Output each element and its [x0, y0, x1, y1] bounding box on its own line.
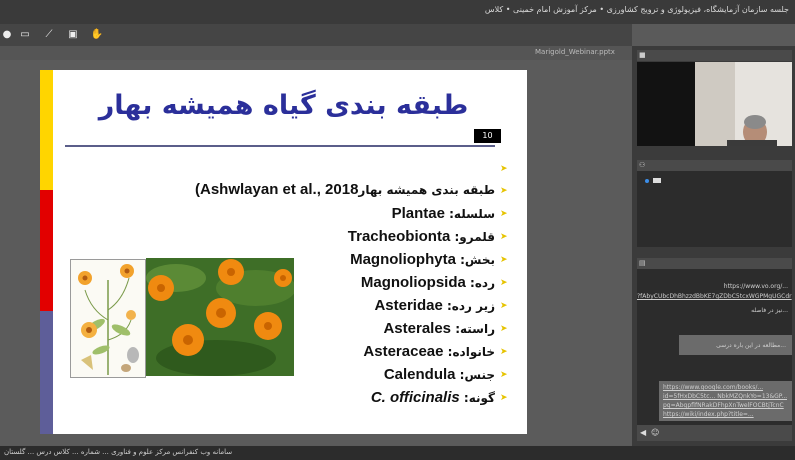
taxonomy-species: گونه: C. officinalis [371, 389, 495, 406]
bullet-icon: ➤ [500, 164, 508, 174]
user-entry[interactable] [653, 178, 661, 183]
window-title: جلسه سازمان آزمایشگاه، فیزیولوژی و ترویج… [484, 5, 789, 14]
presenter-video [637, 62, 792, 146]
chat-message: https://www.vo.org/... [723, 283, 788, 290]
taxonomy-value: Asteridae [374, 297, 443, 314]
bullet-icon: ➤ [500, 393, 508, 403]
bullet-icon: ➤ [500, 347, 508, 357]
user-status-icon [645, 179, 649, 183]
taxonomy-label: جنس: [455, 368, 495, 382]
taxonomy-value: Tracheobionta [347, 228, 451, 245]
chat-message: نیز در فاصله... [751, 307, 788, 314]
slide-bar-red [40, 190, 53, 311]
chat-panel-header: ▤ [637, 258, 792, 269]
bullet-icon: ➤ [500, 278, 508, 288]
window-titlebar: جلسه سازمان آزمایشگاه، فیزیولوژی و ترویج… [0, 0, 795, 24]
title-rule [65, 145, 495, 147]
hand-icon[interactable]: ✋ [90, 28, 104, 42]
taxonomy-division: بخش: Magnoliophyta [350, 251, 495, 268]
taxonomy-class: رده: Magnoliopsida [361, 274, 495, 291]
bullet-icon: ➤ [500, 209, 508, 219]
document-name: Marigold_Webinar.pptx [535, 48, 615, 56]
taxonomy-value: Calendula [383, 366, 456, 383]
taxonomy-family: خانواده: Asteraceae [363, 343, 495, 360]
bullet-icon: ➤ [500, 370, 508, 380]
pen-icon[interactable]: ⟋ [42, 28, 56, 42]
taxonomy-value: (Ashwlayan et al., 2018 [195, 181, 359, 198]
bullet-icon: ➤ [500, 186, 508, 196]
taxonomy-subclass: زیر رده: Asteridae [374, 297, 495, 314]
slide: طبقه بندی گیاه همیشه بهار 10 ➤ ➤ ➤ ➤ ➤ ➤… [40, 70, 527, 434]
video-panel-header: ■ [637, 50, 792, 61]
users-icon[interactable]: ⚇ [639, 161, 647, 169]
rectangle-icon[interactable]: ▭ [18, 28, 32, 42]
taxonomy-label: خانواده: [443, 345, 495, 359]
presentation-toolbar: ● ▭ ⟋ ▣ ✋ [0, 24, 632, 46]
taxonomy-label: قلمرو: [450, 230, 495, 244]
taxonomy-value: Magnoliophyta [350, 251, 456, 268]
camera-icon[interactable]: ■ [639, 51, 647, 59]
chat-link[interactable]: https://www.google.com/books/... [663, 384, 763, 391]
calendula-photo-image [146, 258, 294, 376]
document-strip: Marigold_Webinar.pptx [0, 46, 632, 60]
pointer-icon[interactable]: ● [0, 28, 14, 42]
taxonomy-label: زیر رده: [442, 299, 495, 313]
bullet-icon: ➤ [500, 324, 508, 334]
chat-input[interactable]: ◀ ☺ [637, 425, 792, 441]
slide-title: طبقه بندی گیاه همیشه بهار [98, 90, 469, 121]
taxonomy-label: گونه: [459, 391, 495, 405]
slide-bar-yellow [40, 70, 53, 190]
chat-link[interactable]: https://wiki/index.php?title=... [663, 411, 754, 418]
bullet-icon: ➤ [500, 255, 508, 265]
taxonomy-value: Asterales [383, 320, 452, 337]
slide-bar-blue [40, 311, 53, 434]
taxonomy-label: سلسله: [444, 207, 495, 221]
page-icon[interactable]: ▣ [66, 28, 80, 42]
send-icon[interactable]: ◀ [640, 428, 646, 437]
taxonomy-genus: جنس: Calendula [384, 366, 495, 383]
status-bar: سامانه وب کنفرانس مرکز علوم و فناوری ...… [0, 446, 795, 460]
taxonomy-label: رده: [465, 276, 495, 290]
emoji-icon[interactable]: ☺ [651, 428, 659, 437]
taxonomy-header: طبقه بندی همیشه بهار(Ashwlayan et al., 2… [195, 181, 495, 198]
taxonomy-subkingdom: قلمرو: Tracheobionta [348, 228, 495, 245]
taxonomy-kingdom: سلسله: Plantae [392, 205, 495, 222]
users-panel-header: ⚇ [637, 160, 792, 171]
slide-number: 10 [474, 129, 501, 143]
taxonomy-order: راسته: Asterales [383, 320, 495, 337]
chat-link[interactable]: ?fAbyCUbcDhBhzzdBbKE7gZDbC5tcxWGPMgUGCdr [637, 293, 792, 300]
chat-panel: https://www.vo.org/... ?fAbyCUbcDhBhzzdB… [637, 269, 792, 441]
status-text: سامانه وب کنفرانس مرکز علوم و فناوری ...… [4, 448, 233, 456]
botanical-drawing-image [70, 259, 146, 378]
chat-link[interactable]: pg=AbgpflfNRakDFhpXnTwelFOCBtjTcnC [663, 402, 784, 409]
taxonomy-value: Magnoliopsida [360, 274, 466, 291]
chat-icon[interactable]: ▤ [639, 259, 647, 267]
bullet-icon: ➤ [500, 301, 508, 311]
user-list [637, 171, 792, 247]
taxonomy-label: راسته: [451, 322, 495, 336]
taxonomy-label: بخش: [455, 253, 495, 267]
taxonomy-label: طبقه بندی همیشه بهار [358, 183, 495, 197]
taxonomy-value: Plantae [391, 205, 445, 222]
bullet-icon: ➤ [500, 232, 508, 242]
taxonomy-value: Asteraceae [363, 343, 444, 360]
chat-link[interactable]: id=5fHxDbC5tc... NbkMZQnkYo=13&GP... [663, 393, 787, 400]
chat-message: مطالعه در این باره درسی... [716, 342, 786, 349]
taxonomy-value: C. officinalis [370, 389, 460, 406]
side-panel: ■ ⚇ ▤ https://www.vo.org/... ?fAbyCUbcDh… [632, 46, 795, 446]
